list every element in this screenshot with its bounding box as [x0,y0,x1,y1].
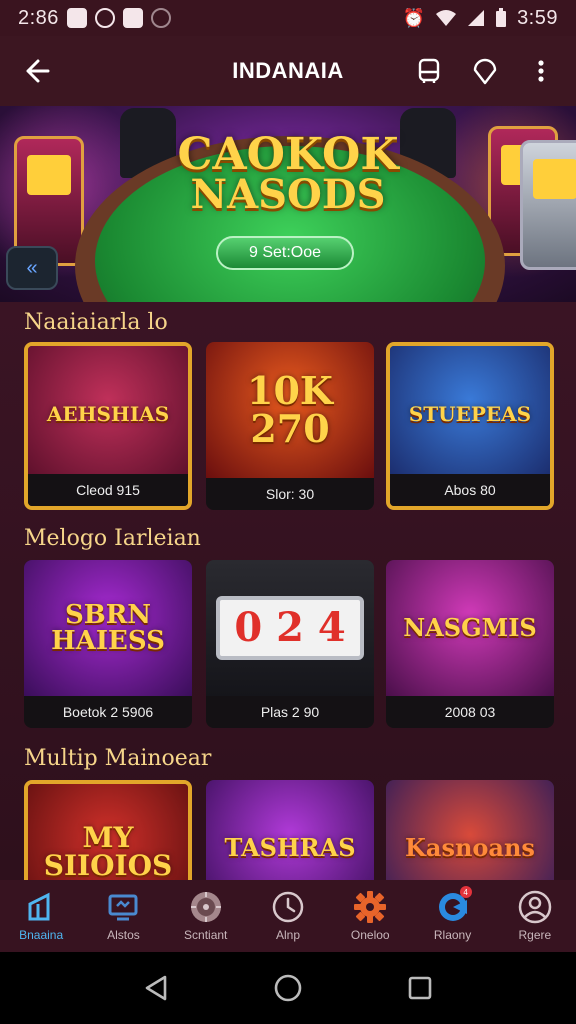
game-card-art: 10K 270 [206,342,374,478]
game-card[interactable]: STUEPEAS Abos 80 [386,342,554,510]
system-home-button[interactable] [268,968,308,1008]
app-actions [412,54,558,88]
nav-label: Rgere [518,928,552,942]
square-recents-icon [408,976,432,1000]
game-card-label: Boetok 2 5906 [24,696,192,728]
gear-icon [353,890,387,924]
hero-logo: CAOKOK NASODS [0,129,576,218]
game-card[interactable]: NASGMIS 2008 03 [386,560,554,728]
record-icon [94,8,115,28]
battery-icon [496,8,507,27]
bus-icon [418,58,440,83]
game-card[interactable]: SBRN HAIESS Boetok 2 5906 [24,560,192,728]
game-card-art-text: NASGMIS [403,613,537,642]
notification-icon [122,8,143,28]
monitor-icon [106,890,140,924]
game-card-art-text: SBRN HAIESS [51,600,165,656]
game-card[interactable]: 10K 270 Slor: 30 [206,342,374,510]
alarm-icon: ⏰ [402,7,426,28]
hero-side-button[interactable]: « [6,246,58,290]
bus-button[interactable] [412,54,446,88]
game-list[interactable]: Naaiaiarla lo AEHSHIAS Cleod 915 10K 270… [0,302,576,880]
game-card-art: MY SIIOIOS [28,784,188,880]
nav-item-oneloo[interactable]: Oneloo [332,890,408,942]
game-card-art: STUEPEAS [390,346,550,482]
more-button[interactable] [524,54,558,88]
nav-label: Scntiant [184,928,228,942]
game-card-art: Kasnoans [386,780,554,880]
more-vertical-icon [538,60,544,82]
nav-item-alnp[interactable]: Alnp [250,890,326,942]
section-title: Multip Mainoear [24,746,212,771]
system-back-button[interactable] [136,968,176,1008]
clock-icon [271,890,305,924]
game-card[interactable]: MY SIIOIOS [24,780,192,880]
nav-label: Alstos [107,928,140,942]
status-right: ⏰ 3:59 [403,7,558,30]
game-card-art-text: AEHSHIAS [46,402,170,426]
nav-label: Bnaaina [19,928,64,942]
game-card-label: Abos 80 [390,474,550,506]
section-title: Melogo Iarleian [24,526,201,551]
game-card[interactable]: Kasnoans [386,780,554,880]
location-pin-icon [473,58,497,85]
app-bar: INDANAIA [0,36,576,106]
profile-icon [518,890,552,924]
game-card[interactable]: TASHRAS [206,780,374,880]
game-card-art: SBRN HAIESS [24,560,192,696]
arrow-left-icon [26,59,50,83]
status-bar: 2:86 ⏰ 3:59 [0,0,576,36]
nav-item-alstos[interactable]: Alstos [85,890,161,942]
system-recents-button[interactable] [400,968,440,1008]
circle-home-icon [274,974,302,1002]
hero-cta-button[interactable]: 9 Set:Ooe [216,236,354,270]
game-card-label: Plas 2 90 [206,696,374,728]
game-card[interactable]: 0 2 4 Plas 2 90 [206,560,374,728]
location-button[interactable] [468,54,502,88]
nav-label: Rlaony [433,928,472,942]
game-card-art: AEHSHIAS [28,346,188,482]
signal-icon [468,10,485,26]
game-card-art-text: Kasnoans [405,833,535,862]
message-icon: 4 [436,886,472,924]
game-card-label: Slor: 30 [206,478,374,510]
system-navigation-bar [0,952,576,1024]
section-title: Naaiaiarla lo [24,310,168,335]
nav-item-home[interactable]: Bnaaina [3,890,79,942]
status-time-right: 3:59 [517,6,558,29]
wifi-icon [436,10,457,26]
status-left: 2:86 [18,7,171,30]
nav-label: Alnp [275,928,300,942]
game-card-label: Cleod 915 [28,474,188,506]
triangle-back-icon [145,975,167,1001]
game-card-art-text: TASHRAS [224,833,356,862]
notification-icon [66,8,87,28]
game-card-label: 2008 03 [386,696,554,728]
roulette-icon [189,890,223,924]
hero-banner[interactable]: CAOKOK NASODS 9 Set:Ooe « [0,106,576,302]
hero-logo-line2: NASODS [190,170,386,218]
hero-logo-line1: CAOKOK [177,129,399,180]
bottom-navigation: Bnaaina Alstos Scntiant Alnp Oneloo 4 Rl… [0,880,576,952]
back-button[interactable] [18,53,54,89]
notification-badge: 4 [459,886,472,898]
game-card-art-text: STUEPEAS [408,402,532,426]
nav-item-rgere[interactable]: Rgere [497,890,573,942]
game-card-art: 0 2 4 [206,560,374,696]
home-icon [24,890,58,924]
status-time-left: 2:86 [18,6,59,29]
game-card-art: NASGMIS [386,560,554,696]
double-chevron-left-icon: « [26,256,38,279]
game-card-art-text: 10K 270 [247,368,333,451]
nav-label: Oneloo [350,928,390,942]
game-card-art-text: 0 2 4 [216,596,364,660]
game-card[interactable]: AEHSHIAS Cleod 915 [24,342,192,510]
game-card-art-text: MY SIIOIOS [43,821,173,880]
nav-item-scntiant[interactable]: Scntiant [168,890,244,942]
cast-icon [150,8,171,28]
nav-item-rlaony[interactable]: 4 Rlaony [415,886,491,942]
game-card-art: TASHRAS [206,780,374,880]
